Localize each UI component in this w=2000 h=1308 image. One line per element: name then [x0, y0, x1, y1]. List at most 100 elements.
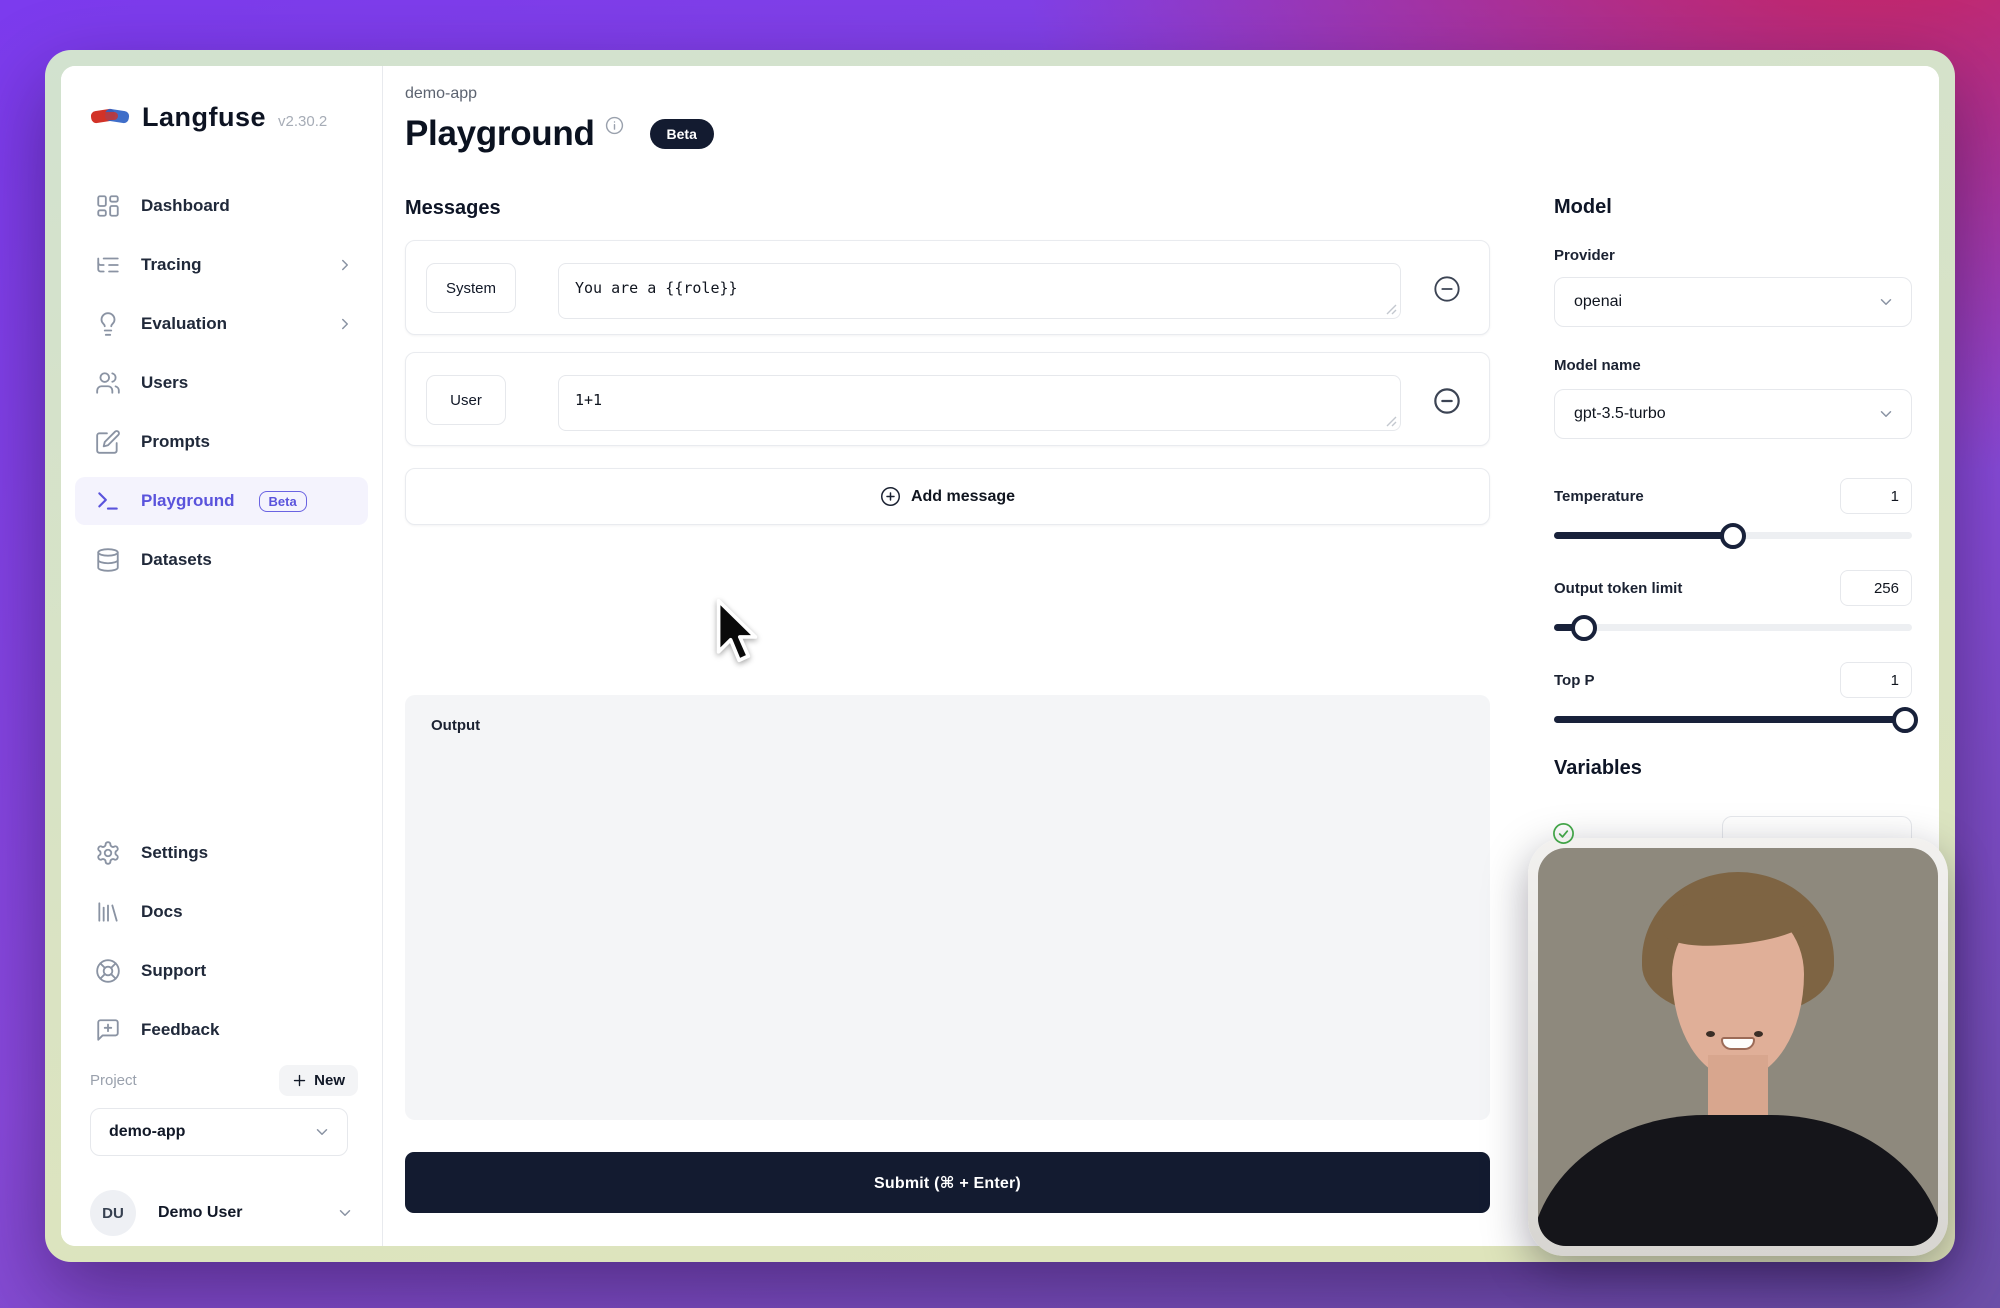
model-name-select[interactable]: gpt-3.5-turbo — [1554, 389, 1912, 439]
langfuse-logo-icon — [90, 103, 130, 129]
sidebar-item-label: Tracing — [141, 255, 201, 275]
output-token-limit-value-input[interactable]: 256 — [1840, 570, 1912, 606]
chevron-down-icon — [336, 1204, 354, 1222]
breadcrumb[interactable]: demo-app — [405, 85, 477, 103]
avatar: DU — [90, 1190, 136, 1236]
output-label: Output — [431, 717, 480, 734]
gear-icon — [95, 840, 121, 866]
sidebar-item-label: Users — [141, 373, 188, 393]
chevron-down-icon — [313, 1123, 331, 1141]
project-label: Project — [90, 1072, 137, 1089]
plus-circle-icon — [880, 486, 901, 507]
variables-heading: Variables — [1554, 757, 1642, 780]
plus-icon — [292, 1073, 307, 1088]
user-name: Demo User — [158, 1204, 314, 1222]
person-body — [1538, 1115, 1938, 1246]
role-button[interactable]: User — [426, 375, 506, 425]
sidebar-item-label: Evaluation — [141, 314, 227, 334]
model-heading: Model — [1554, 196, 1612, 219]
person-mouth — [1721, 1037, 1755, 1050]
slider-thumb[interactable] — [1892, 707, 1918, 733]
temperature-value-input[interactable]: 1 — [1840, 478, 1912, 514]
tracing-icon — [95, 252, 121, 278]
sidebar-nav: Dashboard Tracing Evaluation — [61, 182, 382, 595]
sidebar: Langfuse v2.30.2 Dashboard Tracing — [61, 66, 383, 1246]
sidebar-item-docs[interactable]: Docs — [75, 888, 368, 936]
output-panel: Output — [405, 695, 1490, 1120]
sidebar-item-label: Datasets — [141, 550, 212, 570]
webcam-overlay — [1528, 838, 1948, 1256]
logo[interactable]: Langfuse v2.30.2 — [90, 100, 327, 133]
provider-select[interactable]: openai — [1554, 277, 1912, 327]
user-message-input[interactable]: 1+1 — [558, 375, 1401, 431]
sidebar-item-label: Support — [141, 961, 206, 981]
top-p-value-input[interactable]: 1 — [1840, 662, 1912, 698]
sidebar-item-label: Prompts — [141, 432, 210, 452]
sidebar-item-support[interactable]: Support — [75, 947, 368, 995]
new-project-label: New — [314, 1072, 345, 1089]
chevron-right-icon — [336, 256, 354, 274]
prompts-icon — [95, 429, 121, 455]
submit-button[interactable]: Submit (⌘ + Enter) — [405, 1152, 1490, 1213]
dashboard-icon — [95, 193, 121, 219]
mouse-cursor-icon — [714, 598, 760, 666]
sidebar-item-datasets[interactable]: Datasets — [75, 536, 368, 584]
top-p-slider: Top P 1 — [1554, 662, 1912, 734]
chevron-down-icon — [1877, 293, 1895, 311]
sidebar-item-label: Dashboard — [141, 196, 230, 216]
model-name-label: Model name — [1554, 357, 1641, 374]
temperature-slider: Temperature 1 — [1554, 478, 1912, 550]
sidebar-item-evaluation[interactable]: Evaluation — [75, 300, 368, 348]
datasets-icon — [95, 547, 121, 573]
sidebar-item-users[interactable]: Users — [75, 359, 368, 407]
remove-message-icon[interactable] — [1433, 387, 1461, 415]
user-menu[interactable]: DU Demo User — [90, 1190, 354, 1236]
messages-heading: Messages — [405, 197, 501, 220]
sidebar-footer-nav: Settings Docs Support — [61, 829, 382, 1065]
new-project-button[interactable]: New — [279, 1065, 358, 1096]
output-token-limit-slider: Output token limit 256 — [1554, 570, 1912, 642]
sidebar-item-tracing[interactable]: Tracing — [75, 241, 368, 289]
output-token-limit-label: Output token limit — [1554, 580, 1682, 597]
submit-label: Submit (⌘ + Enter) — [874, 1173, 1021, 1193]
beta-badge: Beta — [650, 119, 714, 149]
sidebar-item-label: Settings — [141, 843, 208, 863]
system-message-input[interactable]: You are a {{role}} — [558, 263, 1401, 319]
sidebar-item-label: Docs — [141, 902, 183, 922]
role-button[interactable]: System — [426, 263, 516, 313]
slider-track[interactable] — [1554, 716, 1912, 723]
remove-message-icon[interactable] — [1433, 275, 1461, 303]
slider-thumb[interactable] — [1571, 615, 1597, 641]
message-row-system: System You are a {{role}} — [405, 240, 1490, 335]
model-panel: Model Provider openai Model name gpt-3.5… — [1554, 196, 1912, 896]
top-p-label: Top P — [1554, 672, 1595, 689]
info-icon[interactable] — [605, 116, 624, 135]
app-version: v2.30.2 — [278, 113, 327, 130]
brand-name: Langfuse — [142, 102, 266, 133]
sidebar-item-dashboard[interactable]: Dashboard — [75, 182, 368, 230]
temperature-label: Temperature — [1554, 488, 1644, 505]
sidebar-item-playground[interactable]: Playground Beta — [75, 477, 368, 525]
slider-track[interactable] — [1554, 624, 1912, 631]
provider-value: openai — [1574, 293, 1622, 311]
lifebuoy-icon — [95, 958, 121, 984]
add-message-label: Add message — [911, 488, 1015, 506]
sidebar-item-prompts[interactable]: Prompts — [75, 418, 368, 466]
sidebar-item-feedback[interactable]: Feedback — [75, 1006, 368, 1054]
sidebar-item-settings[interactable]: Settings — [75, 829, 368, 877]
check-circle-icon — [1552, 822, 1575, 845]
webcam-video — [1538, 848, 1938, 1246]
sidebar-item-label: Playground — [141, 491, 235, 511]
library-icon — [95, 899, 121, 925]
sidebar-item-label: Feedback — [141, 1020, 219, 1040]
users-icon — [95, 370, 121, 396]
message-row-user: User 1+1 — [405, 352, 1490, 446]
page-title: Playground — [405, 114, 595, 154]
chevron-down-icon — [1877, 405, 1895, 423]
message-plus-icon — [95, 1017, 121, 1043]
terminal-icon — [95, 488, 121, 514]
slider-thumb[interactable] — [1720, 523, 1746, 549]
add-message-button[interactable]: Add message — [405, 468, 1490, 525]
playground-beta-badge: Beta — [259, 491, 307, 512]
project-selector[interactable]: demo-app — [90, 1108, 348, 1156]
